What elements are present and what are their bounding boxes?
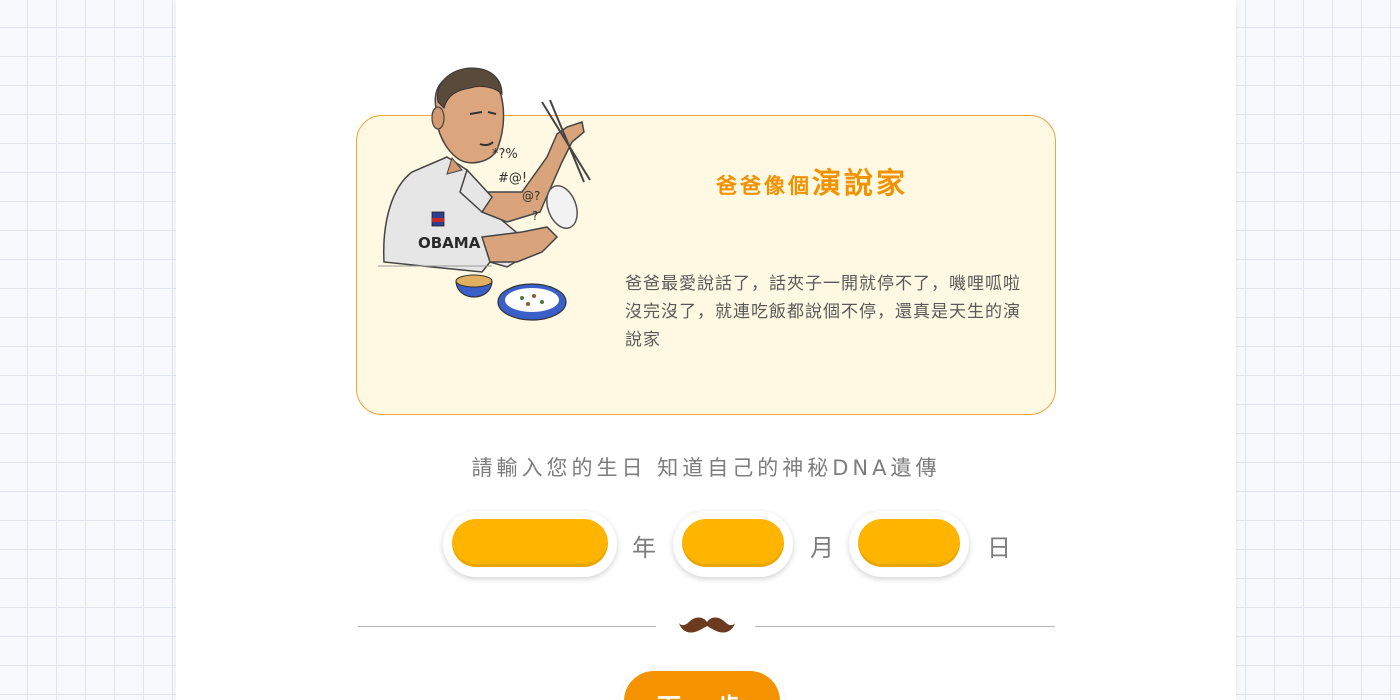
month-field-wrapper (673, 511, 793, 577)
month-input[interactable] (682, 519, 784, 567)
divider-left (358, 626, 656, 627)
card-title-emphasis: 演說家 (811, 166, 908, 200)
svg-text:#@!: #@! (498, 171, 527, 186)
day-unit-label: 日 (987, 534, 1011, 562)
divider-right (755, 626, 1055, 627)
card-title-prefix: 爸爸像個 (715, 174, 812, 198)
mustache-icon (679, 617, 735, 633)
next-step-button[interactable]: 下一步 (624, 671, 780, 700)
card-title: 爸爸像個演說家 (622, 160, 1002, 202)
year-unit-label: 年 (632, 534, 656, 562)
svg-text:*?%: *?% (492, 147, 518, 162)
year-field-wrapper (443, 511, 617, 577)
day-input[interactable] (858, 519, 960, 567)
card-description: 爸爸最愛說話了，話夾子一開就停不了，嘰哩呱啦沒完沒了，就連吃飯都說個不停，還真是… (625, 274, 1021, 350)
birthday-prompt: 請輸入您的生日 知道自己的神秘DNA遺傳 (471, 456, 941, 480)
shirt-text: OBAMA (418, 234, 481, 252)
dad-speaking-illustration: *?% #@! @? ? OBAMA (378, 67, 591, 321)
month-unit-label: 月 (810, 534, 834, 562)
svg-text:@?: @? (522, 189, 540, 203)
svg-text:?: ? (532, 209, 538, 223)
year-input[interactable] (452, 519, 608, 567)
day-field-wrapper (849, 511, 969, 577)
